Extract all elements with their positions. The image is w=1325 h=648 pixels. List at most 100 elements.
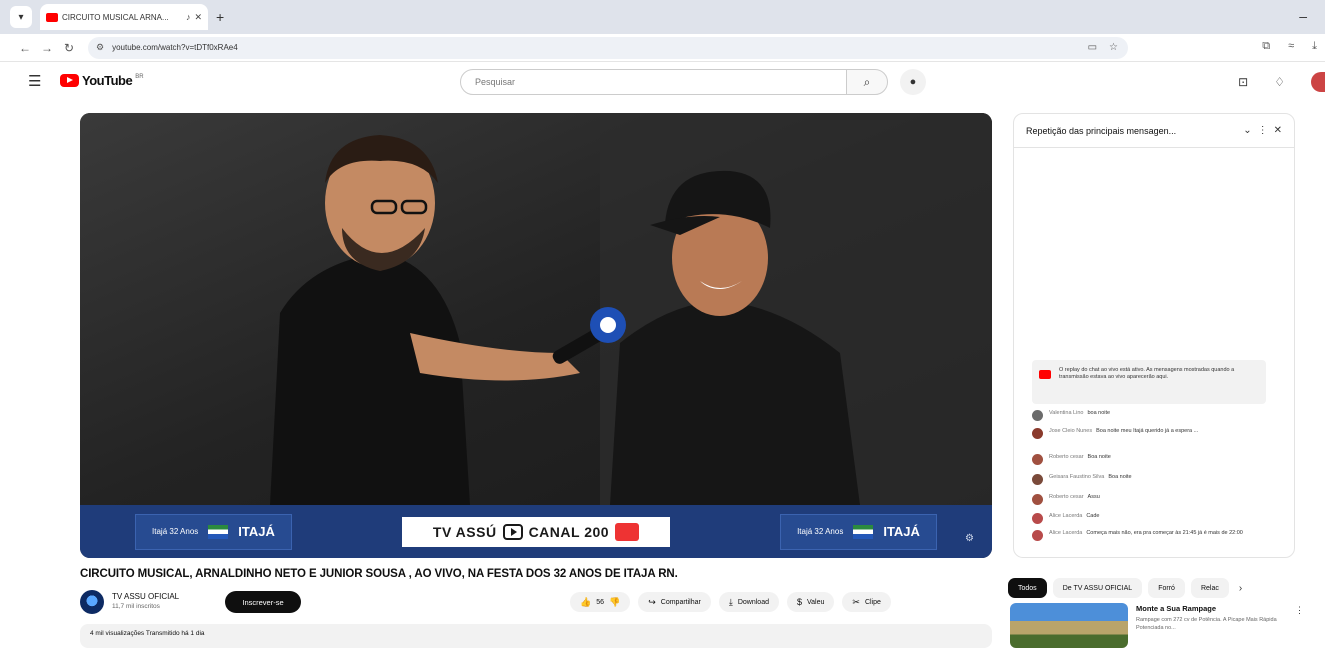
scissors-icon: ✂: [852, 596, 860, 607]
video-player[interactable]: Itajá 32 Anos ITAJÁ TV ASSÚ CANAL 200 It…: [80, 113, 992, 558]
extensions-icon[interactable]: ⧉: [1262, 40, 1270, 53]
youtube-favicon-icon: [46, 12, 58, 22]
dislike-icon[interactable]: 👎: [609, 597, 620, 608]
share-icon: ↪: [648, 596, 656, 607]
minimize-window-button[interactable]: –: [1299, 8, 1307, 24]
banner-left-small: Itajá 32 Anos: [152, 527, 199, 536]
chip-from-channel[interactable]: De TV ASSU OFICIAL: [1052, 578, 1143, 598]
chat-author[interactable]: Alice Lacerda: [1049, 530, 1082, 536]
header-right-actions: ⊡ ♢: [1238, 72, 1325, 92]
banner-center-left: TV ASSÚ: [432, 523, 497, 540]
like-icon[interactable]: 👍: [580, 597, 591, 608]
download-label: Download: [737, 598, 769, 606]
chat-avatar: [1032, 410, 1043, 421]
like-dislike-group: 👍 56 👎: [570, 592, 631, 612]
chat-avatar: [1032, 454, 1043, 465]
chat-message: Alice Lacerda Cade: [1032, 513, 1272, 524]
search-button[interactable]: ⌕: [846, 69, 888, 95]
audio-playing-icon[interactable]: ♪: [186, 12, 191, 22]
chat-avatar: [1032, 530, 1043, 541]
share-label: Compartilhar: [660, 598, 701, 606]
channel-name[interactable]: TV ASSU OFICIAL: [112, 592, 179, 601]
chat-body: Começa mais não, era pra começar às 21:4…: [1086, 530, 1243, 536]
like-count[interactable]: 56: [596, 599, 604, 606]
chat-text: Alice Lacerda Começa mais não, era pra co…: [1049, 530, 1243, 541]
recommendation-thumbnail[interactable]: [1010, 603, 1128, 648]
thanks-button[interactable]: $ Valeu: [786, 592, 835, 612]
search-input[interactable]: Pesquisar: [460, 69, 856, 95]
clip-button[interactable]: ✂ Clipe: [842, 592, 891, 612]
chevron-down-icon[interactable]: ⌄: [1243, 125, 1251, 136]
close-icon[interactable]: ✕: [1274, 125, 1282, 136]
chat-text: Alice Lacerda Cade: [1049, 513, 1099, 524]
tab-search-menu[interactable]: ▾: [10, 6, 32, 28]
account-avatar[interactable]: [1311, 72, 1325, 92]
cast-icon[interactable]: ▭: [1088, 42, 1097, 53]
download-button[interactable]: ⤓ Download: [718, 592, 779, 612]
recommendation-subtitle: Rampage com 272 cv de Potência. A Picape…: [1136, 617, 1277, 631]
description-box[interactable]: 4 mil visualizações Transmitido há 1 dia: [80, 624, 992, 648]
share-button[interactable]: ↪ Compartilhar: [638, 592, 711, 612]
clip-label: Clipe: [864, 598, 881, 606]
banner-center-logo: TV ASSÚ CANAL 200: [401, 516, 670, 547]
close-tab-icon[interactable]: ✕: [194, 12, 202, 23]
reload-icon[interactable]: ↻: [58, 41, 80, 55]
back-arrow-icon[interactable]: ←: [14, 41, 36, 55]
download-icon[interactable]: ⤓: [1312, 40, 1317, 53]
chat-author[interactable]: Jose Cleio Nunes: [1049, 428, 1092, 434]
chip-forro[interactable]: Forró: [1148, 578, 1185, 598]
chat-author[interactable]: Valentina Lino: [1049, 410, 1083, 416]
voice-search-button[interactable]: ●: [900, 69, 926, 95]
chat-text: Jose Cleio Nunes Boa noite meu Itajá quer…: [1049, 428, 1198, 439]
channel-avatar[interactable]: [80, 590, 104, 614]
translate-icon[interactable]: ≈: [1288, 40, 1294, 53]
chat-text: Geisara Faustino Silva Boa noite: [1049, 474, 1132, 485]
browser-toolbar: ← → ↻ ⚙ youtube.com/watch?v=tDTf0xRAe4 ▭…: [0, 34, 1325, 62]
thanks-label: Valeu: [807, 598, 825, 606]
channel-subscribers: 11,7 mil inscritos: [112, 603, 160, 610]
player-settings-icon[interactable]: ⚙: [965, 533, 974, 544]
chat-author[interactable]: Geisara Faustino Silva: [1049, 474, 1104, 480]
itaja-flag-icon: [853, 524, 874, 539]
new-tab-button[interactable]: +: [216, 9, 224, 25]
chat-message: Geisara Faustino Silva Boa noite: [1032, 474, 1272, 485]
subscribe-button[interactable]: Inscrever-se: [225, 591, 301, 613]
create-video-icon[interactable]: ⊡: [1238, 75, 1248, 89]
chat-text: Roberto cesar Boa noite: [1049, 454, 1111, 465]
chip-all[interactable]: Todos: [1008, 578, 1047, 598]
video-title: CIRCUITO MUSICAL, ARNALDINHO NETO E JUNI…: [80, 568, 678, 580]
super-thanks-icon: $: [796, 597, 802, 607]
chip-related[interactable]: Relac: [1190, 578, 1229, 598]
recommendation-title[interactable]: Monte a Sua Rampage: [1136, 604, 1216, 613]
banner-left-brand: ITAJÁ: [238, 524, 275, 539]
youtube-logo[interactable]: YouTube BR: [60, 73, 144, 88]
video-frame: [80, 113, 992, 505]
chat-body: Boa noite meu Itajá querido já a espera …: [1096, 428, 1199, 434]
chat-author[interactable]: Roberto cesar: [1049, 494, 1084, 500]
more-vert-icon[interactable]: ⋮: [1258, 125, 1268, 136]
chat-body: Assu: [1087, 494, 1100, 500]
browser-tab[interactable]: CIRCUITO MUSICAL ARNA... ♪ ✕: [40, 4, 208, 30]
chat-mode-dropdown[interactable]: Repetição das principais mensagen...: [1026, 126, 1237, 136]
chat-header: Repetição das principais mensagen... ⌄ ⋮…: [1014, 114, 1294, 148]
country-code: BR: [135, 73, 144, 80]
chat-author[interactable]: Roberto cesar: [1049, 454, 1084, 460]
address-bar[interactable]: ⚙ youtube.com/watch?v=tDTf0xRAe4 ▭ ☆: [88, 36, 1128, 59]
chat-avatar: [1032, 494, 1043, 505]
notifications-bell-icon[interactable]: ♢: [1274, 75, 1285, 89]
banner-right-small: Itajá 32 Anos: [797, 527, 844, 536]
more-vert-icon[interactable]: ⋮: [1295, 605, 1304, 616]
broadcast-banner: Itajá 32 Anos ITAJÁ TV ASSÚ CANAL 200 It…: [80, 505, 992, 558]
banner-right-logo: Itajá 32 Anos ITAJÁ: [780, 513, 937, 550]
banner-right-brand: ITAJÁ: [883, 524, 920, 539]
menu-hamburger-icon[interactable]: ☰: [28, 72, 41, 90]
forward-arrow-icon[interactable]: →: [36, 41, 58, 55]
youtube-play-logo-icon: [60, 74, 79, 87]
chat-author[interactable]: Alice Lacerda: [1049, 513, 1082, 519]
site-info-icon[interactable]: ⚙: [96, 42, 104, 53]
download-arrow-icon: ⤓: [728, 596, 733, 607]
chat-message: Valentina Lino boa noite: [1032, 410, 1272, 421]
bookmark-star-icon[interactable]: ☆: [1109, 42, 1118, 53]
related-chips: Todos De TV ASSU OFICIAL Forró Relac ›: [1008, 578, 1242, 598]
chevron-right-icon[interactable]: ›: [1239, 583, 1242, 594]
